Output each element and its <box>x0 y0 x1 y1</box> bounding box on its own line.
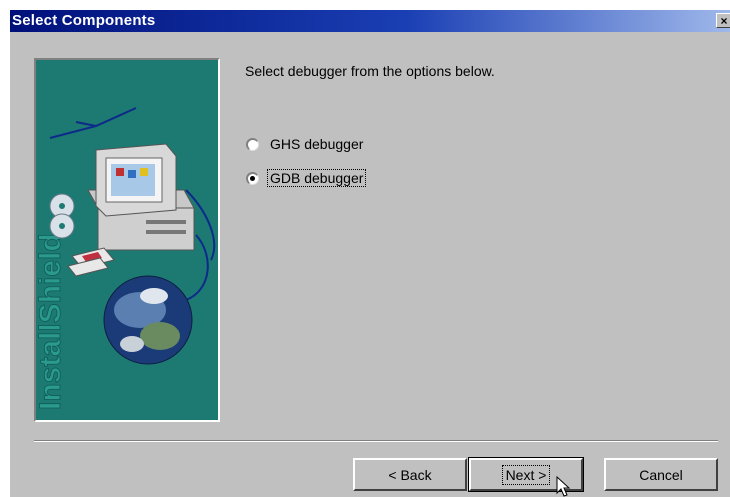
window-title: Select Components <box>12 12 156 29</box>
installshield-watermark-text: InstallShield <box>36 233 67 410</box>
setup-illustration: InstallShield <box>36 60 218 420</box>
close-button[interactable]: × <box>716 13 730 28</box>
radio-label-ghs: GHS debugger <box>270 136 364 152</box>
radio-ghs-debugger[interactable] <box>246 137 259 151</box>
radio-gdb-debugger[interactable] <box>246 171 259 185</box>
dialog-window: Select Components × InstallShield Select… <box>10 10 730 497</box>
back-button-label: < Back <box>388 466 432 483</box>
separator-line <box>34 440 718 442</box>
option-gdb-debugger[interactable]: GDB debugger <box>246 168 367 188</box>
radio-label-gdb: GDB debugger <box>266 169 367 187</box>
instruction-text: Select debugger from the options below. <box>245 63 495 79</box>
title-bar[interactable]: Select Components × <box>10 10 730 32</box>
next-button-label: Next > <box>501 464 551 485</box>
radio-selected-dot <box>250 175 255 181</box>
close-icon: × <box>720 14 728 28</box>
cancel-button[interactable]: Cancel <box>604 458 718 491</box>
back-button[interactable]: < Back <box>353 458 467 491</box>
globe-icon <box>103 275 193 365</box>
mouse-cursor-icon <box>556 476 571 497</box>
installshield-banner: InstallShield <box>34 58 220 422</box>
cancel-button-label: Cancel <box>639 466 683 483</box>
installshield-logo: InstallShield <box>36 233 67 411</box>
option-ghs-debugger[interactable]: GHS debugger <box>246 134 365 154</box>
